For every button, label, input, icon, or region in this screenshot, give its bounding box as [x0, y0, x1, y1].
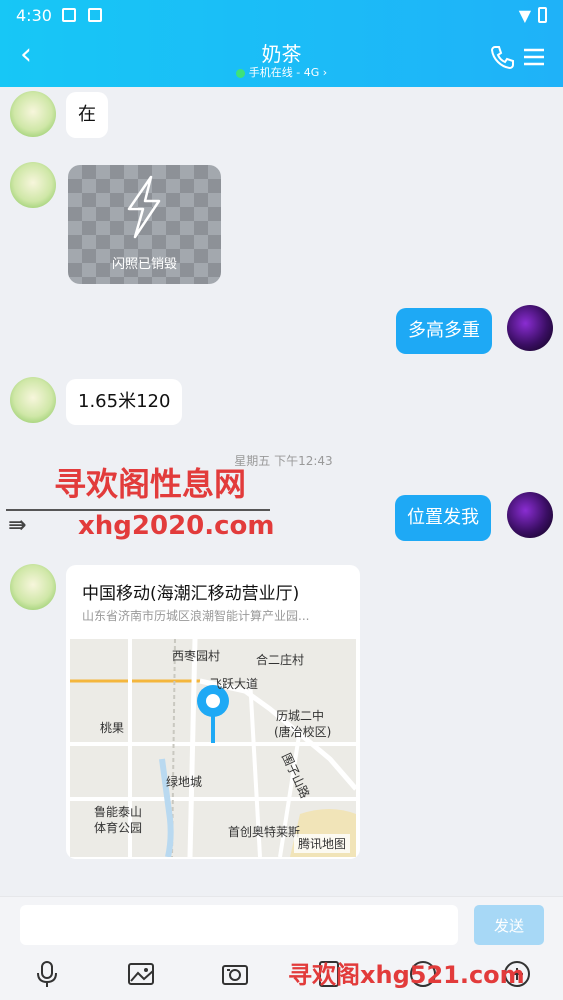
- location-title: 中国移动(海潮汇移动营业厅): [82, 584, 300, 604]
- message-in-2[interactable]: 1.65米120: [66, 379, 183, 425]
- status-time: 4:30: [16, 6, 52, 25]
- message-in-1[interactable]: 在: [66, 92, 108, 138]
- map-label: 鲁能泰山: [94, 805, 143, 819]
- online-status-text: 手机在线 - 4G ›: [248, 66, 328, 79]
- watermark: xhg2020.com: [78, 511, 275, 541]
- watermark: 寻欢阁xhg521.com: [288, 961, 525, 989]
- map-label: 桃果: [100, 721, 125, 735]
- location-map[interactable]: 西枣园村 合二庄村 飞跃大道 历城二中 (唐冶校区) 桃果 绿地城 鲁能泰山 体…: [70, 639, 356, 857]
- contact-avatar[interactable]: [10, 162, 56, 208]
- message-list[interactable]: 在 闪照已销毁 多高多重 1.65米120 星期五 下午12:43 位置发我 中…: [0, 87, 563, 896]
- map-brand: 腾讯地图: [293, 834, 350, 853]
- phone-call-icon[interactable]: [487, 42, 517, 72]
- battery-icon: [538, 7, 547, 23]
- watermark: 寻欢阁性息网: [54, 465, 247, 503]
- lightning-icon: [127, 175, 161, 239]
- map-label: 飞跃大道: [210, 677, 259, 691]
- my-avatar[interactable]: [507, 305, 553, 351]
- contact-avatar[interactable]: [10, 377, 56, 423]
- contact-avatar[interactable]: [10, 564, 56, 610]
- message-input[interactable]: [20, 905, 458, 945]
- microphone-icon[interactable]: [32, 959, 62, 989]
- location-message[interactable]: 中国移动(海潮汇移动营业厅) 山东省济南市历城区浪潮智能计算产业园... 西枣园…: [66, 565, 360, 859]
- message-out-2[interactable]: 位置发我: [395, 495, 491, 541]
- photo-icon[interactable]: [126, 959, 156, 989]
- map-label: 首创奥特莱斯: [228, 825, 301, 839]
- input-bar: 发送 寻欢阁xhg521.com: [0, 896, 563, 1000]
- flash-photo-label: 闪照已销毁: [111, 257, 177, 272]
- status-bar: 4:30 ▼: [0, 0, 563, 30]
- timestamp-text: 星期五 下午12:43: [234, 454, 333, 468]
- gallery-notification-icon: [62, 8, 76, 22]
- watermark-arrow-icon: ⇛: [8, 513, 27, 538]
- flash-photo-message[interactable]: 闪照已销毁: [68, 165, 221, 284]
- online-dot-icon: [235, 68, 245, 78]
- map-label: 合二庄村: [256, 653, 305, 667]
- map-label: (唐冶校区): [274, 725, 332, 739]
- map-label: 体育公园: [94, 821, 143, 835]
- contact-name[interactable]: 奶茶: [0, 38, 563, 67]
- map-label: 绿地城: [166, 775, 203, 789]
- map-label: 历城二中: [276, 709, 325, 723]
- menu-icon[interactable]: [519, 42, 549, 72]
- my-avatar[interactable]: [507, 492, 553, 538]
- chat-header: 4:30 ▼ ‹ 奶茶 手机在线 - 4G ›: [0, 0, 563, 87]
- send-button[interactable]: 发送: [474, 905, 544, 945]
- camera-icon[interactable]: [220, 959, 250, 989]
- wifi-icon: ▼: [518, 6, 531, 25]
- app-notification-icon: [88, 8, 102, 22]
- map-label: 西枣园村: [172, 649, 221, 663]
- location-address: 山东省济南市历城区浪潮智能计算产业园...: [82, 609, 310, 623]
- message-out-1[interactable]: 多高多重: [396, 308, 492, 354]
- online-status[interactable]: 手机在线 - 4G ›: [0, 64, 563, 80]
- contact-avatar[interactable]: [10, 91, 56, 137]
